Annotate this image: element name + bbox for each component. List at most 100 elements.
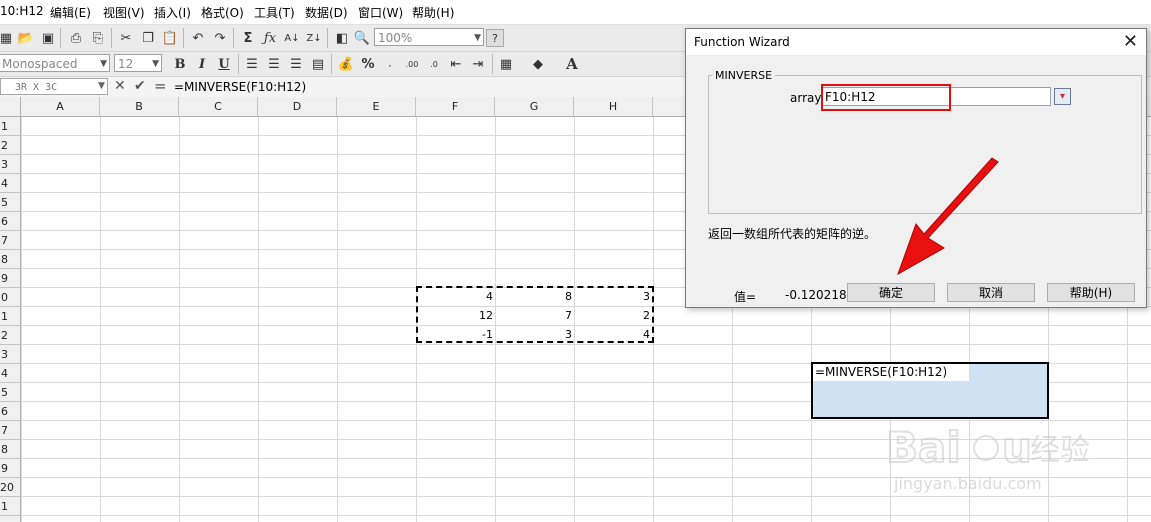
row-header[interactable]: 0 bbox=[0, 288, 20, 307]
row-header[interactable]: 5 bbox=[0, 383, 20, 402]
row-header[interactable]: 8 bbox=[0, 250, 20, 269]
row-header[interactable]: 7 bbox=[0, 231, 20, 250]
increase-indent-icon[interactable]: ⇥ bbox=[468, 54, 488, 74]
cancel-icon[interactable]: ✕ bbox=[114, 78, 126, 94]
currency-icon[interactable]: 💰 bbox=[336, 54, 356, 74]
zoom-icon[interactable]: 🔍 bbox=[352, 28, 372, 48]
menu-data[interactable]: 数据(D) bbox=[305, 4, 348, 21]
cut-icon[interactable]: ✂ bbox=[116, 28, 136, 48]
cell-g12[interactable]: 3 bbox=[502, 328, 572, 341]
zoom-value: 100% bbox=[378, 31, 413, 45]
range-picker-icon[interactable]: ▾ bbox=[1054, 88, 1071, 105]
row-header[interactable]: 1 bbox=[0, 117, 20, 136]
column-header[interactable]: G bbox=[495, 97, 574, 116]
help-button[interactable]: 帮助(H) bbox=[1047, 283, 1135, 302]
font-color-icon[interactable]: A bbox=[562, 54, 582, 74]
align-right-icon[interactable]: ☰ bbox=[286, 54, 306, 74]
cell-h10[interactable]: 3 bbox=[580, 290, 650, 303]
dialog-titlebar[interactable]: Function Wizard ✕ bbox=[686, 29, 1146, 55]
column-header[interactable]: B bbox=[100, 97, 179, 116]
row-header[interactable]: 5 bbox=[0, 193, 20, 212]
row-header[interactable]: 3 bbox=[0, 345, 20, 364]
menu-insert[interactable]: 插入(I) bbox=[154, 4, 191, 21]
row-header[interactable]: 1 bbox=[0, 307, 20, 326]
merge-cells-icon[interactable]: ▤ bbox=[308, 54, 328, 74]
print-preview-icon[interactable]: ⎘ bbox=[88, 28, 108, 48]
active-cell[interactable]: =MINVERSE(F10:H12) bbox=[813, 364, 969, 381]
underline-button[interactable]: U bbox=[214, 54, 234, 74]
sum-icon[interactable]: Σ bbox=[238, 28, 258, 48]
redo-icon[interactable]: ↷ bbox=[210, 28, 230, 48]
row-header[interactable]: 9 bbox=[0, 269, 20, 288]
menu-window[interactable]: 窗口(W) bbox=[358, 4, 403, 21]
select-all-corner[interactable] bbox=[0, 97, 21, 116]
column-header[interactable]: C bbox=[179, 97, 258, 116]
row-header[interactable]: 9 bbox=[0, 459, 20, 478]
sort-descending-icon[interactable]: Z↓ bbox=[304, 28, 324, 48]
open-icon[interactable]: 📂 bbox=[16, 28, 36, 48]
row-header[interactable]: 8 bbox=[0, 440, 20, 459]
row-header[interactable]: 7 bbox=[0, 421, 20, 440]
font-name-select[interactable]: Monospaced ▼ bbox=[0, 54, 110, 72]
toolbar-separator bbox=[238, 54, 239, 74]
menu-tools[interactable]: 工具(T) bbox=[254, 4, 295, 21]
menu-help[interactable]: 帮助(H) bbox=[412, 4, 454, 21]
column-header[interactable]: D bbox=[258, 97, 337, 116]
column-header[interactable]: A bbox=[21, 97, 100, 116]
thousands-icon[interactable]: , bbox=[380, 54, 400, 74]
fill-color-icon[interactable]: ◆ bbox=[528, 54, 548, 74]
bold-button[interactable]: B bbox=[170, 54, 190, 74]
row-header[interactable]: 6 bbox=[0, 402, 20, 421]
cell-f10[interactable]: 4 bbox=[423, 290, 493, 303]
column-header[interactable]: H bbox=[574, 97, 653, 116]
align-center-icon[interactable]: ☰ bbox=[264, 54, 284, 74]
save-icon[interactable]: ▣ bbox=[38, 28, 58, 48]
accept-icon[interactable]: ✔ bbox=[134, 78, 146, 94]
zoom-select[interactable]: 100% ▼ bbox=[374, 28, 484, 46]
row-header[interactable]: 20 bbox=[0, 478, 20, 497]
decrease-indent-icon[interactable]: ⇤ bbox=[446, 54, 466, 74]
copy-icon[interactable]: ❐ bbox=[138, 28, 158, 48]
cancel-button[interactable]: 取消 bbox=[947, 283, 1035, 302]
help-icon[interactable]: ? bbox=[486, 29, 504, 47]
row-header[interactable]: 1 bbox=[0, 497, 20, 516]
cell-f11[interactable]: 12 bbox=[423, 309, 493, 322]
cell-g10[interactable]: 8 bbox=[502, 290, 572, 303]
increase-decimal-icon[interactable]: .00 bbox=[402, 54, 422, 74]
percent-button[interactable]: % bbox=[358, 54, 378, 74]
value-label: 值= bbox=[734, 290, 757, 304]
row-header[interactable]: 4 bbox=[0, 364, 20, 383]
font-size-select[interactable]: 12 ▼ bbox=[114, 54, 162, 72]
print-icon[interactable]: ⎙ bbox=[66, 28, 86, 48]
cell-f12[interactable]: -1 bbox=[423, 328, 493, 341]
function-icon[interactable]: ƒx bbox=[260, 28, 280, 48]
cell-h12[interactable]: 4 bbox=[580, 328, 650, 341]
row-header[interactable]: 4 bbox=[0, 174, 20, 193]
paste-icon[interactable]: 📋 bbox=[160, 28, 180, 48]
undo-icon[interactable]: ↶ bbox=[188, 28, 208, 48]
cell-h11[interactable]: 2 bbox=[580, 309, 650, 322]
new-icon[interactable]: ▦ bbox=[0, 28, 16, 48]
column-header[interactable]: F bbox=[416, 97, 495, 116]
decrease-decimal-icon[interactable]: .0 bbox=[424, 54, 444, 74]
row-header[interactable]: 2 bbox=[0, 326, 20, 345]
column-header[interactable]: E bbox=[337, 97, 416, 116]
menu-format[interactable]: 格式(O) bbox=[201, 4, 244, 21]
name-box[interactable]: 3R X 3C bbox=[0, 78, 108, 95]
menu-edit[interactable]: 编辑(E) bbox=[50, 4, 91, 21]
ok-button[interactable]: 确定 bbox=[847, 283, 935, 302]
formula-input[interactable]: =MINVERSE(F10:H12) bbox=[174, 80, 306, 94]
chart-icon[interactable]: ◧ bbox=[332, 28, 352, 48]
row-header[interactable]: 2 bbox=[0, 136, 20, 155]
close-icon[interactable]: ✕ bbox=[1123, 31, 1138, 52]
menu-view[interactable]: 视图(V) bbox=[103, 4, 145, 21]
cell-g11[interactable]: 7 bbox=[502, 309, 572, 322]
italic-button[interactable]: I bbox=[192, 54, 212, 74]
align-left-icon[interactable]: ☰ bbox=[242, 54, 262, 74]
row-header[interactable]: 3 bbox=[0, 155, 20, 174]
equals-icon[interactable]: = bbox=[154, 77, 167, 95]
chevron-down-icon[interactable]: ▼ bbox=[98, 81, 105, 91]
row-header[interactable]: 6 bbox=[0, 212, 20, 231]
sort-ascending-icon[interactable]: A↓ bbox=[282, 28, 302, 48]
borders-icon[interactable]: ▦ bbox=[496, 54, 516, 74]
